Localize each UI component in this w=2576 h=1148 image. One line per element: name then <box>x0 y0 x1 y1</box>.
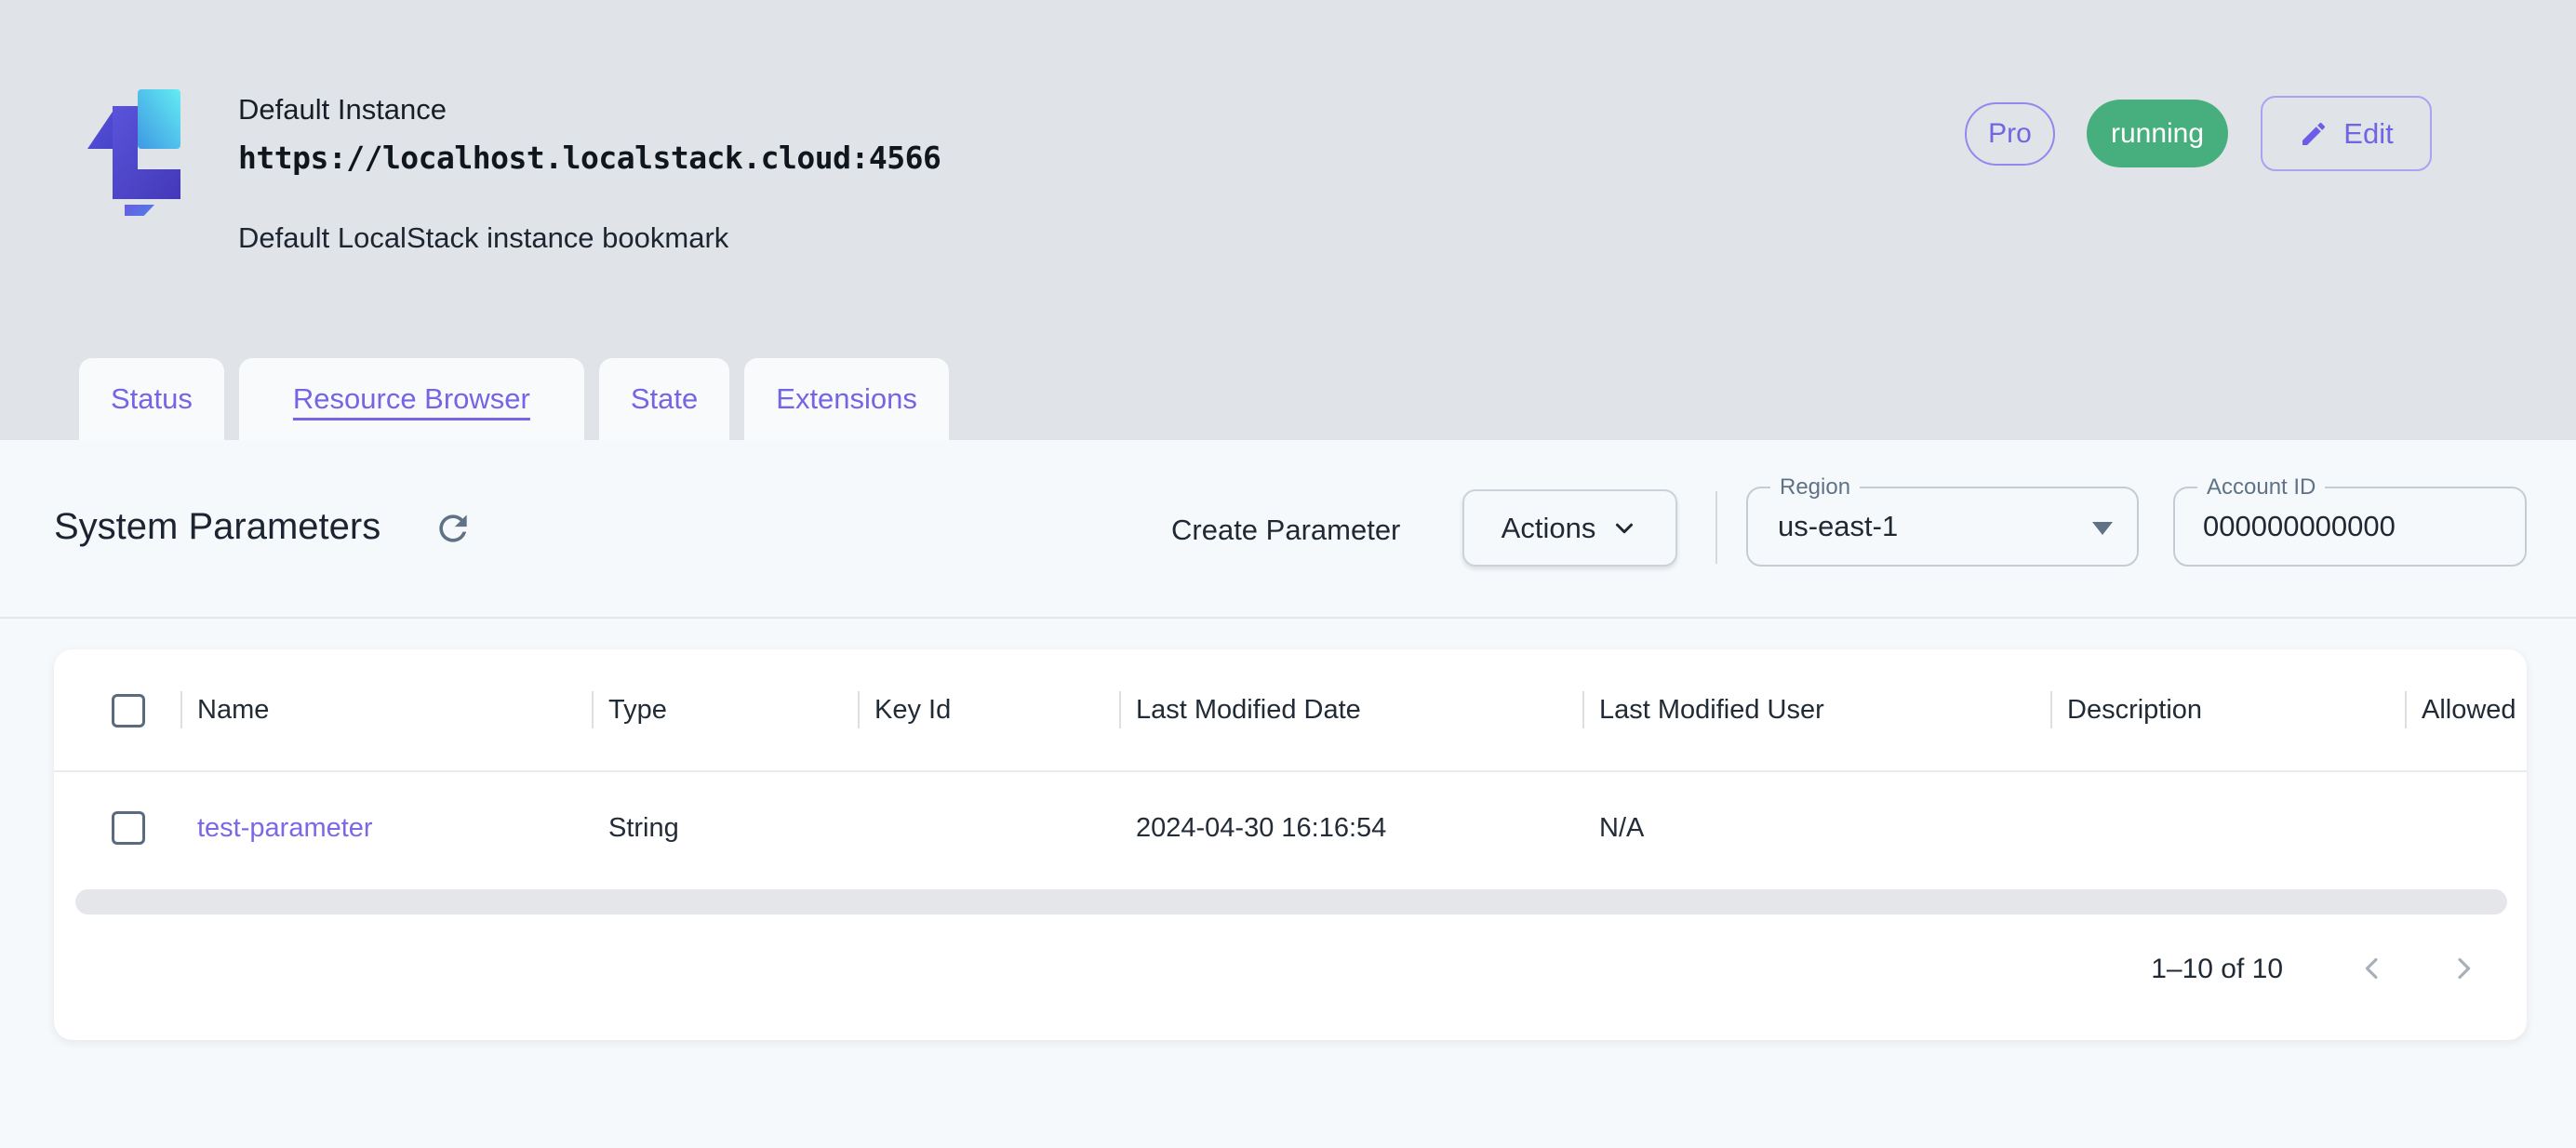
instance-title: Default Instance <box>238 93 447 127</box>
tab-state[interactable]: State <box>599 358 729 440</box>
parameter-description-cell <box>2050 772 2405 884</box>
instance-url: https://localhost.localstack.cloud:4566 <box>238 140 941 176</box>
edit-button[interactable]: Edit <box>2261 96 2432 171</box>
select-all-checkbox[interactable] <box>112 694 145 728</box>
column-header-last-modified-user: Last Modified User <box>1582 649 2050 770</box>
parameter-type-cell: String <box>592 772 858 884</box>
column-header-type: Type <box>592 649 858 770</box>
chevron-left-icon <box>2355 951 2390 986</box>
column-header-allowed: Allowed <box>2405 649 2527 770</box>
localstack-instance-page: Default Instance https://localhost.local… <box>0 0 2576 1148</box>
instance-description: Default LocalStack instance bookmark <box>238 221 728 255</box>
account-id-field: Account ID <box>2173 487 2527 567</box>
horizontal-scrollbar[interactable] <box>75 889 2507 914</box>
region-select-value: us-east-1 <box>1778 488 1898 565</box>
parameter-allowed-cell <box>2405 772 2527 884</box>
content-divider <box>0 617 2576 619</box>
pencil-icon <box>2299 119 2329 149</box>
actions-button-label: Actions <box>1502 512 1596 545</box>
parameter-date-cell: 2024-04-30 16:16:54 <box>1119 772 1582 884</box>
toolbar-divider <box>1715 491 1717 564</box>
parameter-key-id-cell <box>858 772 1119 884</box>
actions-button[interactable]: Actions <box>1462 489 1677 567</box>
tab-extensions[interactable]: Extensions <box>744 358 949 440</box>
next-page-button[interactable] <box>2445 951 2482 988</box>
chevron-down-icon <box>1610 514 1638 542</box>
parameter-name-link[interactable]: test-parameter <box>180 772 592 884</box>
parameters-card: Name Type Key Id Last Modified Date Last… <box>54 649 2527 1040</box>
pagination-range-label: 1–10 of 10 <box>2151 954 2283 985</box>
refresh-button[interactable] <box>432 508 474 551</box>
chevron-right-icon <box>2446 951 2481 986</box>
column-header-last-modified-date: Last Modified Date <box>1119 649 1582 770</box>
column-header-description: Description <box>2050 649 2405 770</box>
create-parameter-button[interactable]: Create Parameter <box>1171 510 1400 551</box>
column-header-key-id: Key Id <box>858 649 1119 770</box>
localstack-logo-icon <box>87 89 184 216</box>
tab-bar: Status Resource Browser State Extensions <box>79 358 949 440</box>
previous-page-button[interactable] <box>2354 951 2391 988</box>
tab-status[interactable]: Status <box>79 358 224 440</box>
parameter-user-cell: N/A <box>1582 772 2050 884</box>
page-title: System Parameters <box>54 506 380 548</box>
refresh-icon <box>433 508 474 549</box>
edit-button-label: Edit <box>2343 117 2393 151</box>
region-select[interactable]: Region us-east-1 <box>1746 487 2139 567</box>
row-checkbox[interactable] <box>112 811 145 845</box>
pagination: 1–10 of 10 <box>2151 945 2482 994</box>
pro-badge: Pro <box>1965 102 2055 166</box>
account-id-input[interactable] <box>2203 488 2501 565</box>
tab-resource-browser[interactable]: Resource Browser <box>239 358 584 440</box>
running-status-badge: running <box>2087 100 2228 167</box>
column-header-name: Name <box>180 649 592 770</box>
dropdown-arrow-icon <box>2092 522 2113 535</box>
